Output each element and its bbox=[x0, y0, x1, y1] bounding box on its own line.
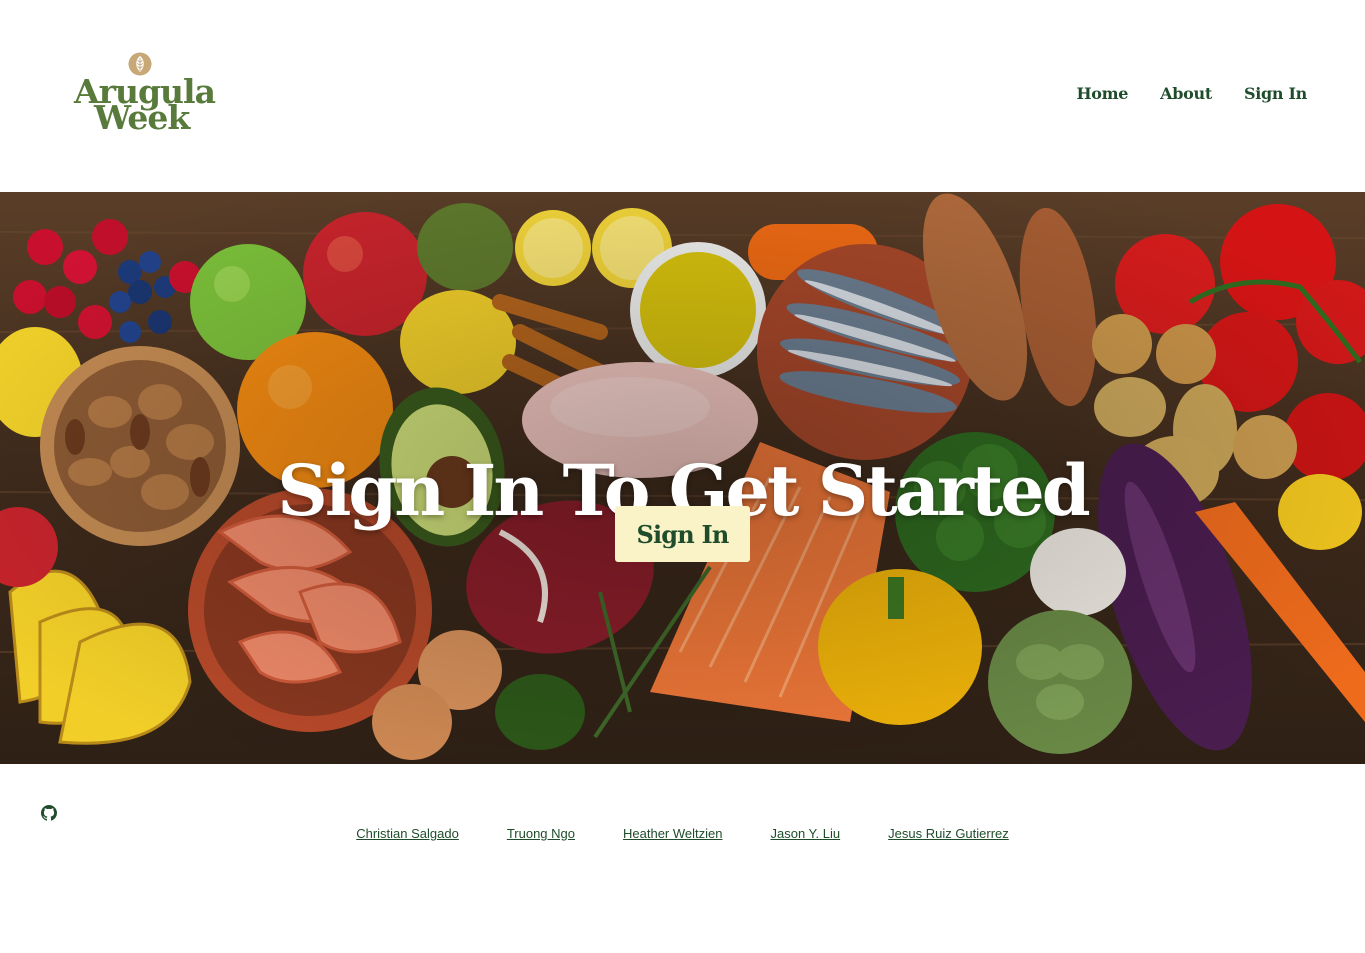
credit-link[interactable]: Heather Weltzien bbox=[623, 826, 722, 841]
brand-name-line2: Week bbox=[94, 98, 190, 137]
main-nav: Home About Sign In bbox=[1076, 84, 1307, 103]
nav-home-link[interactable]: Home bbox=[1076, 84, 1128, 103]
site-footer: Christian Salgado Truong Ngo Heather Wel… bbox=[0, 764, 1365, 953]
hero-signin-button[interactable]: Sign In bbox=[615, 506, 750, 562]
credit-link[interactable]: Jesus Ruiz Gutierrez bbox=[888, 826, 1009, 841]
nav-signin-link[interactable]: Sign In bbox=[1244, 84, 1307, 103]
github-icon[interactable] bbox=[41, 805, 57, 821]
nav-about-link[interactable]: About bbox=[1160, 84, 1212, 103]
hero-section: Sign In To Get Started Sign In bbox=[0, 192, 1365, 764]
site-header: Arugula Week Home About Sign In bbox=[0, 0, 1365, 192]
credit-link[interactable]: Jason Y. Liu bbox=[770, 826, 840, 841]
brand-logo[interactable]: Arugula Week bbox=[70, 50, 216, 140]
credit-link[interactable]: Truong Ngo bbox=[507, 826, 575, 841]
credit-link[interactable]: Christian Salgado bbox=[356, 826, 459, 841]
credits-list: Christian Salgado Truong Ngo Heather Wel… bbox=[0, 826, 1365, 841]
